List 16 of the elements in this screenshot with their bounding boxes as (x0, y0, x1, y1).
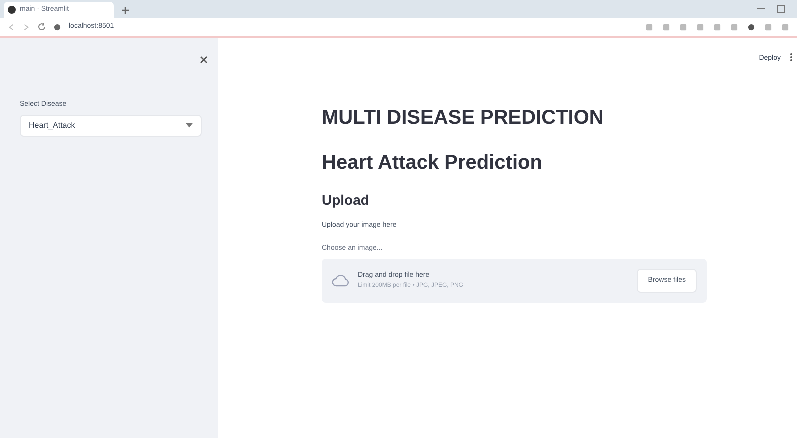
site-info-icon[interactable] (54, 24, 61, 30)
back-icon[interactable] (8, 24, 15, 30)
section-heading: Upload (322, 191, 370, 210)
more-menu-icon[interactable] (790, 53, 793, 62)
reload-icon[interactable] (38, 23, 46, 31)
profile-icon[interactable] (748, 24, 755, 30)
page-title: MULTI DISEASE PREDICTION (322, 106, 605, 131)
favicon-icon (8, 6, 16, 14)
close-icon[interactable] (200, 56, 208, 64)
cloud-upload-icon (332, 275, 350, 287)
new-tab-icon[interactable] (122, 7, 129, 14)
forward-icon[interactable] (23, 24, 30, 30)
disease-select[interactable]: Heart_Attack (20, 114, 202, 136)
page-subtitle: Heart Attack Prediction (322, 151, 544, 176)
maximize-icon[interactable] (777, 5, 785, 13)
dropdown-caret-icon (186, 123, 193, 128)
